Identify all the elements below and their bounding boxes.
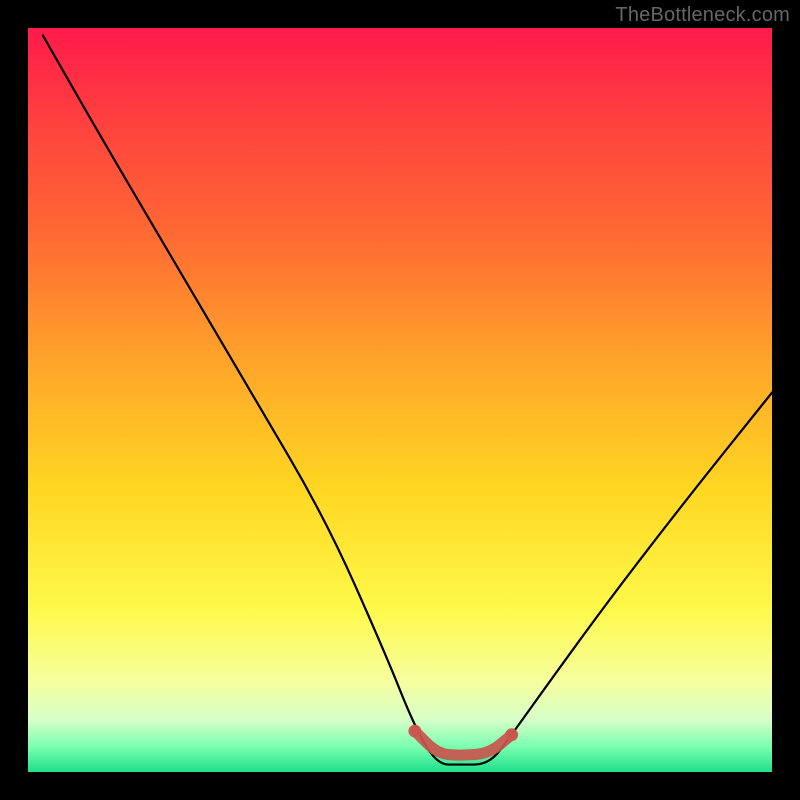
optimal-band-dot-right — [505, 728, 518, 741]
optimal-band-line — [415, 731, 512, 755]
bottleneck-curve-line — [43, 35, 772, 764]
chart-plot-area — [28, 28, 772, 772]
chart-lines — [28, 28, 772, 772]
optimal-band-dot-left — [408, 725, 421, 738]
watermark-text: TheBottleneck.com — [615, 4, 790, 27]
